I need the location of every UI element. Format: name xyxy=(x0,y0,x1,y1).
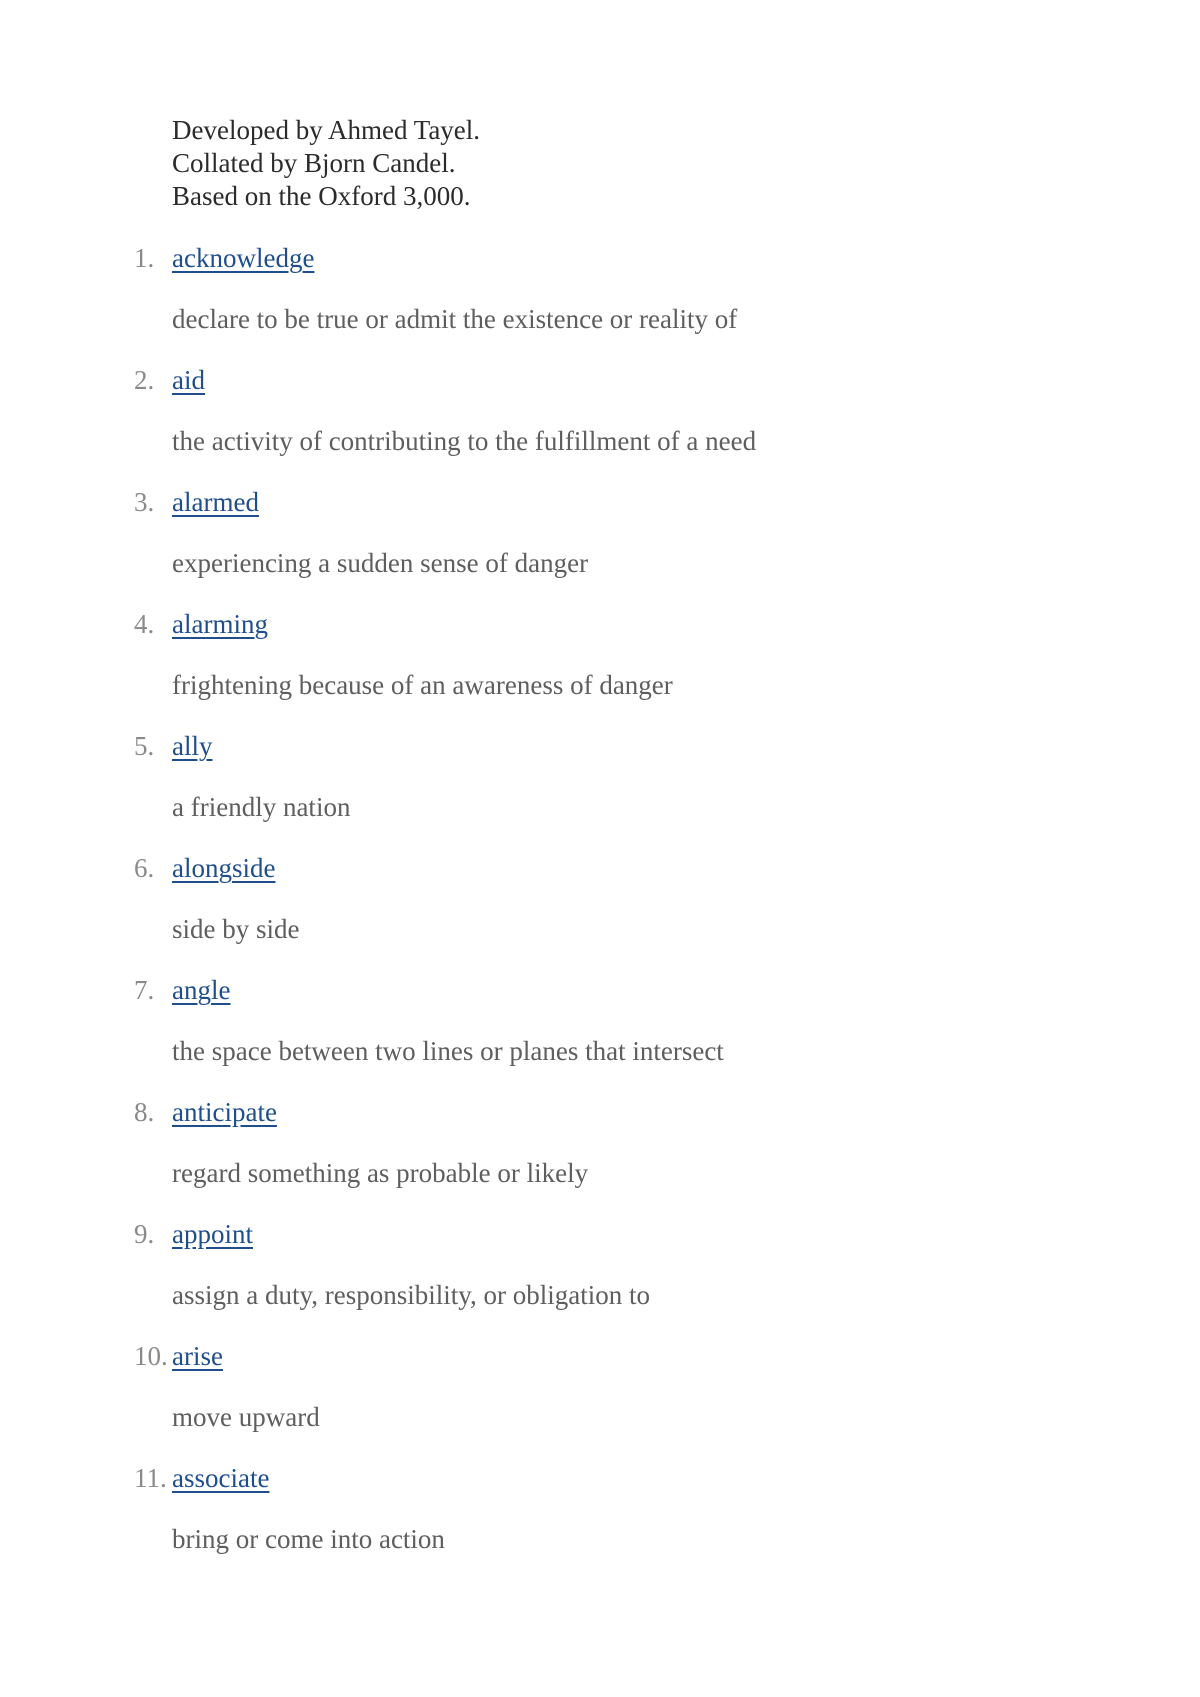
word-link[interactable]: acknowledge xyxy=(172,241,314,275)
entry-number: 3. xyxy=(134,487,155,517)
entry-definition: regard something as probable or likely xyxy=(172,1158,589,1188)
entry-definition: the space between two lines or planes th… xyxy=(172,1036,724,1066)
word-link[interactable]: anticipate xyxy=(172,1095,277,1129)
entry-definition: assign a duty, responsibility, or obliga… xyxy=(172,1280,650,1310)
vocabulary-entry: 4. alarming frightening because of an aw… xyxy=(0,607,1200,729)
entry-definition: experiencing a sudden sense of danger xyxy=(172,548,589,578)
entry-definition: a friendly nation xyxy=(172,792,351,822)
word-link[interactable]: alongside xyxy=(172,851,275,885)
entry-definition: frightening because of an awareness of d… xyxy=(172,670,673,700)
vocabulary-entry: 5. ally a friendly nation xyxy=(0,729,1200,851)
vocabulary-entry: 1. acknowledge declare to be true or adm… xyxy=(0,241,1200,363)
entry-number: 2. xyxy=(134,365,155,395)
vocabulary-entry: 10. arise move upward xyxy=(0,1339,1200,1461)
entry-number: 1. xyxy=(134,243,155,273)
document-intro: Developed by Ahmed Tayel. Collated by Bj… xyxy=(172,114,480,213)
word-link[interactable]: appoint xyxy=(172,1217,253,1251)
intro-based-on: Based on the Oxford 3,000. xyxy=(172,181,471,211)
vocabulary-list: 1. acknowledge declare to be true or adm… xyxy=(0,241,1200,1583)
word-link[interactable]: alarmed xyxy=(172,485,259,519)
entry-number: 5. xyxy=(134,731,155,761)
vocabulary-entry: 2. aid the activity of contributing to t… xyxy=(0,363,1200,485)
vocabulary-entry: 8. anticipate regard something as probab… xyxy=(0,1095,1200,1217)
word-link[interactable]: ally xyxy=(172,729,213,763)
vocabulary-entry: 9. appoint assign a duty, responsibility… xyxy=(0,1217,1200,1339)
entry-number: 11. xyxy=(134,1463,167,1493)
entry-number: 9. xyxy=(134,1219,155,1249)
entry-definition: declare to be true or admit the existenc… xyxy=(172,304,738,334)
entry-definition: move upward xyxy=(172,1402,320,1432)
entry-number: 10. xyxy=(134,1341,168,1371)
vocabulary-entry: 6. alongside side by side xyxy=(0,851,1200,973)
vocabulary-entry: 11. associate bring or come into action xyxy=(0,1461,1200,1583)
word-link[interactable]: alarming xyxy=(172,607,268,641)
entry-number: 6. xyxy=(134,853,155,883)
word-link[interactable]: aid xyxy=(172,363,205,397)
entry-number: 8. xyxy=(134,1097,155,1127)
vocabulary-entry: 7. angle the space between two lines or … xyxy=(0,973,1200,1095)
entry-number: 4. xyxy=(134,609,155,639)
word-link[interactable]: angle xyxy=(172,973,230,1007)
entry-definition: side by side xyxy=(172,914,300,944)
document-page: Developed by Ahmed Tayel. Collated by Bj… xyxy=(0,0,1200,1697)
word-link[interactable]: arise xyxy=(172,1339,223,1373)
entry-definition: the activity of contributing to the fulf… xyxy=(172,426,757,456)
vocabulary-entry: 3. alarmed experiencing a sudden sense o… xyxy=(0,485,1200,607)
entry-number: 7. xyxy=(134,975,155,1005)
word-link[interactable]: associate xyxy=(172,1461,269,1495)
intro-developed-by: Developed by Ahmed Tayel. xyxy=(172,115,481,145)
entry-definition: bring or come into action xyxy=(172,1524,445,1554)
intro-collated-by: Collated by Bjorn Candel. xyxy=(172,148,456,178)
